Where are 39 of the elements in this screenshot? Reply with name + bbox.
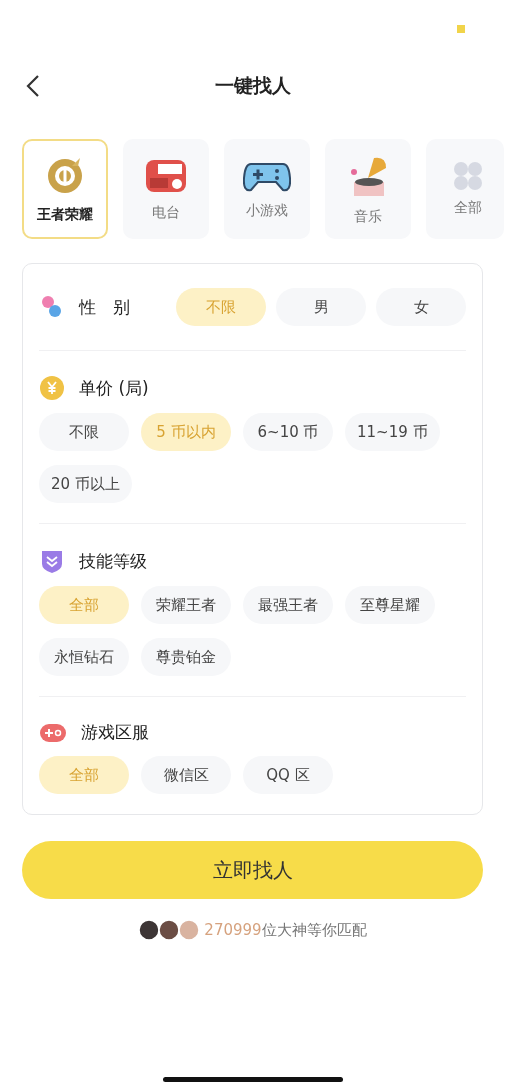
option-chip[interactable]: 至尊星耀 — [345, 586, 435, 624]
category-tile[interactable]: 音乐 — [325, 139, 411, 239]
option-chip[interactable]: 最强王者 — [243, 586, 333, 624]
option-chip[interactable]: 荣耀王者 — [141, 586, 231, 624]
gamepad-icon — [39, 722, 67, 743]
category-tile[interactable]: 王者荣耀 — [22, 139, 108, 239]
section-title: 性 别 — [79, 295, 130, 319]
option-chip[interactable]: 女 — [376, 288, 466, 326]
section-title: 单价 (局) — [79, 376, 149, 400]
option-chip[interactable]: 尊贵铂金 — [141, 638, 231, 676]
page-title: 一键找人 — [214, 73, 291, 98]
option-chip[interactable]: 男 — [276, 288, 366, 326]
option-chip[interactable]: 6~10 币 — [243, 413, 333, 451]
option-chip[interactable]: 11~19 币 — [345, 413, 440, 451]
category-label: 王者荣耀 — [37, 206, 93, 224]
option-chip[interactable]: 永恒钻石 — [39, 638, 129, 676]
option-chip[interactable]: 20 币以上 — [39, 465, 132, 503]
section-title: 技能等级 — [79, 549, 147, 573]
avatar — [138, 919, 161, 941]
avatar — [178, 919, 201, 941]
coin-icon — [39, 375, 65, 401]
avatar — [158, 919, 181, 941]
category-label: 小游戏 — [246, 202, 288, 220]
find-button[interactable]: 立即找人 — [22, 841, 483, 899]
section-title: 游戏区服 — [81, 721, 149, 744]
shield-icon — [39, 548, 65, 574]
category-tile[interactable]: 小游戏 — [224, 139, 310, 239]
match-count: 270999 — [204, 921, 262, 939]
grid-icon — [453, 161, 483, 191]
option-chip[interactable]: 微信区 — [141, 756, 231, 794]
category-label: 全部 — [454, 199, 482, 217]
option-chip[interactable]: QQ 区 — [243, 756, 333, 794]
category-label: 电台 — [152, 204, 180, 222]
match-text: 位大神等你匹配 — [261, 920, 367, 940]
category-tile[interactable]: 电台 — [123, 139, 209, 239]
category-label: 音乐 — [354, 208, 382, 226]
back-icon[interactable] — [26, 74, 40, 98]
category-tile[interactable]: 全部 — [426, 139, 504, 239]
option-chip[interactable]: 不限 — [39, 413, 129, 451]
